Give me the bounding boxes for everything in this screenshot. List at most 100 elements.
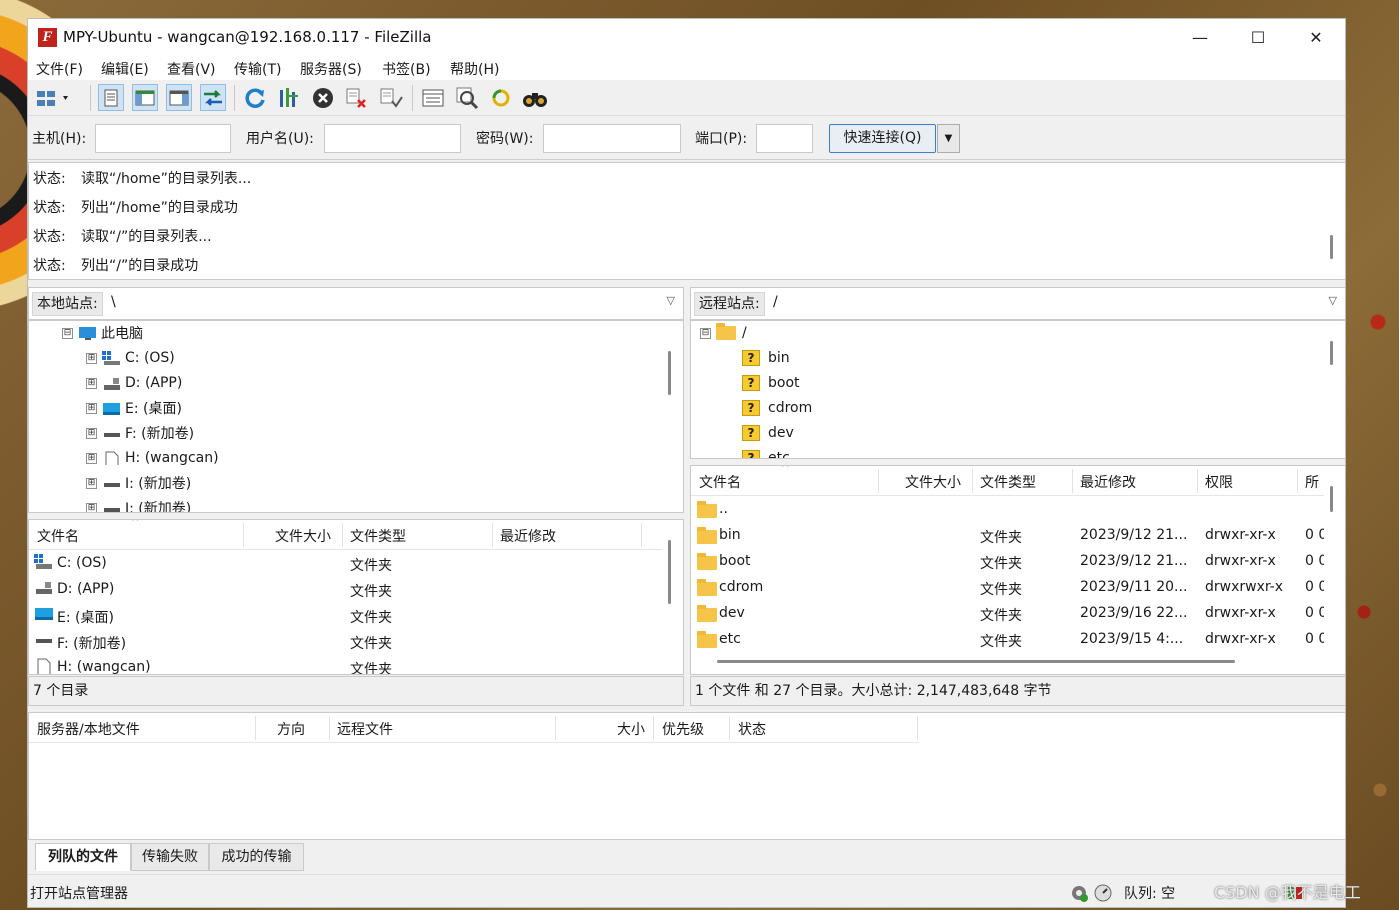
col-permissions[interactable]: 权限	[1205, 472, 1233, 492]
col-server-local-file[interactable]: 服务器/本地文件	[37, 719, 140, 739]
col-filesize[interactable]: 文件大小	[275, 526, 331, 546]
local-list-scrollbar[interactable]	[662, 520, 682, 674]
synchronized-browsing-button[interactable]	[488, 84, 514, 111]
tree-node-root[interactable]: ⊟ /	[700, 321, 747, 345]
expand-icon[interactable]: ⊞	[86, 452, 97, 464]
quickconnect-button[interactable]: 快速连接(Q)	[829, 124, 936, 153]
chevron-down-icon[interactable]: ▽	[667, 294, 675, 307]
quickconnect-history-dropdown[interactable]: ▼	[937, 124, 960, 153]
tree-node-j[interactable]: ⊞ J: (新加卷)	[86, 496, 191, 512]
menu-bookmarks[interactable]: 书签(B)	[382, 59, 431, 79]
col-filetype[interactable]: 文件类型	[980, 472, 1036, 492]
toggle-remote-tree-button[interactable]	[166, 84, 192, 111]
search-remote-files-button[interactable]	[522, 84, 548, 111]
process-queue-button[interactable]	[276, 84, 302, 111]
menu-edit[interactable]: 编辑(E)	[101, 59, 149, 79]
tree-node-h[interactable]: ⊞ H: (wangcan)	[86, 446, 219, 470]
table-row[interactable]: dev 文件夹 2023/9/16 22... drwxr-xr-x 0 0	[691, 601, 1327, 627]
remote-path-input[interactable]: /	[773, 294, 778, 310]
tab-queued-files[interactable]: 列队的文件	[35, 843, 131, 871]
table-row[interactable]: D: (APP) 文件夹	[29, 577, 662, 603]
cancel-icon	[313, 87, 333, 108]
col-status[interactable]: 状态	[738, 719, 766, 739]
refresh-button[interactable]	[242, 84, 268, 111]
table-row[interactable]: E: (桌面) 文件夹	[29, 603, 662, 629]
log-scrollbar[interactable]	[1324, 163, 1344, 279]
drive-icon	[104, 483, 120, 487]
reconnect-button[interactable]	[378, 84, 404, 111]
menu-file[interactable]: 文件(F)	[36, 59, 83, 79]
expand-icon[interactable]: ⊞	[86, 502, 97, 512]
col-filetype[interactable]: 文件类型	[350, 526, 406, 546]
chevron-down-icon[interactable]: ▽	[1329, 294, 1337, 307]
col-remote-file[interactable]: 远程文件	[337, 719, 393, 739]
minimize-button[interactable]: —	[1171, 19, 1229, 56]
col-filename[interactable]: 文件名	[37, 526, 79, 546]
collapse-icon[interactable]: ⊟	[700, 327, 711, 339]
tree-node-c[interactable]: ⊞ C: (OS)	[86, 346, 175, 370]
col-direction[interactable]: 方向	[277, 719, 305, 739]
col-priority[interactable]: 优先级	[662, 719, 704, 739]
menu-transfer[interactable]: 传输(T)	[234, 59, 281, 79]
expand-icon[interactable]: ⊞	[86, 427, 97, 439]
table-row[interactable]: ..	[691, 497, 1324, 523]
watermark: CSDN @我不是电工	[1214, 883, 1361, 902]
cancel-operation-button[interactable]	[310, 84, 336, 111]
toggle-local-tree-button[interactable]	[132, 84, 158, 111]
disconnect-button[interactable]	[344, 84, 370, 111]
table-row[interactable]: F: (新加卷) 文件夹	[29, 629, 662, 655]
tree-node-e[interactable]: ⊞ E: (桌面)	[86, 396, 182, 420]
col-modified[interactable]: 最近修改	[1080, 472, 1136, 492]
table-row[interactable]: H: (wangcan) 文件夹	[29, 655, 662, 674]
tree-node-bin[interactable]: ? bin	[742, 346, 790, 370]
tree-node-d[interactable]: ⊞ D: (APP)	[86, 371, 182, 395]
remote-list-hscroll-thumb[interactable]	[717, 660, 1235, 663]
title-bar: F MPY-Ubuntu - wangcan@192.168.0.117 - F…	[28, 19, 1345, 56]
site-manager-button[interactable]	[34, 84, 74, 111]
col-size[interactable]: 大小	[617, 719, 645, 739]
tree-node-i[interactable]: ⊞ I: (新加卷)	[86, 471, 191, 495]
table-row[interactable]: cdrom 文件夹 2023/9/11 20... drwxrwxr-x 0 0	[691, 575, 1327, 601]
blue-drive-icon	[35, 608, 53, 620]
collapse-icon[interactable]: ⊟	[62, 327, 73, 339]
directory-listing-filters-button[interactable]	[420, 84, 446, 111]
toggle-message-log-button[interactable]	[98, 84, 124, 111]
col-modified[interactable]: 最近修改	[500, 526, 556, 546]
local-path-input[interactable]: \	[111, 294, 116, 310]
port-input[interactable]	[756, 124, 813, 153]
toggle-transfer-queue-button[interactable]	[200, 84, 226, 111]
menu-view[interactable]: 查看(V)	[167, 59, 216, 79]
tab-failed-transfers[interactable]: 传输失败	[131, 843, 209, 871]
gear-icon[interactable]	[1069, 883, 1089, 903]
maximize-button[interactable]: ☐	[1229, 19, 1287, 56]
host-input[interactable]	[95, 124, 231, 153]
expand-icon[interactable]: ⊞	[86, 352, 97, 364]
tree-node-cdrom[interactable]: ? cdrom	[742, 396, 812, 420]
menu-server[interactable]: 服务器(S)	[300, 59, 362, 79]
toggle-dir-comparison-button[interactable]	[454, 84, 480, 111]
tree-node-boot[interactable]: ? boot	[742, 371, 800, 395]
col-owner[interactable]: 所	[1305, 472, 1319, 492]
tree-node-dev[interactable]: ? dev	[742, 421, 794, 445]
close-button[interactable]: ✕	[1287, 19, 1345, 56]
speed-limit-icon[interactable]	[1093, 883, 1113, 903]
tree-node-f[interactable]: ⊞ F: (新加卷)	[86, 421, 194, 445]
remote-tree-scrollbar[interactable]	[1324, 321, 1344, 457]
col-filesize[interactable]: 文件大小	[905, 472, 961, 492]
table-row[interactable]: bin 文件夹 2023/9/12 21... drwxr-xr-x 0 0	[691, 523, 1327, 549]
tree-node-this-pc[interactable]: ⊟ 此电脑	[62, 321, 143, 345]
remote-list-scrollbar[interactable]	[1324, 466, 1344, 654]
expand-icon[interactable]: ⊞	[86, 477, 97, 489]
tab-successful-transfers[interactable]: 成功的传输	[209, 843, 304, 871]
username-input[interactable]	[324, 124, 461, 153]
password-input[interactable]	[543, 124, 681, 153]
table-row[interactable]: boot 文件夹 2023/9/12 21... drwxr-xr-x 0 0	[691, 549, 1327, 575]
menu-help[interactable]: 帮助(H)	[450, 59, 499, 79]
col-filename[interactable]: 文件名	[699, 472, 741, 492]
table-row[interactable]: etc 文件夹 2023/9/15 4:... drwxr-xr-x 0 0	[691, 627, 1327, 653]
local-tree-scrollbar[interactable]	[662, 321, 682, 511]
expand-icon[interactable]: ⊞	[86, 377, 97, 389]
expand-icon[interactable]: ⊞	[86, 402, 97, 414]
table-row[interactable]: C: (OS) 文件夹	[29, 551, 662, 577]
tree-node-etc[interactable]: ? etc	[742, 446, 790, 458]
